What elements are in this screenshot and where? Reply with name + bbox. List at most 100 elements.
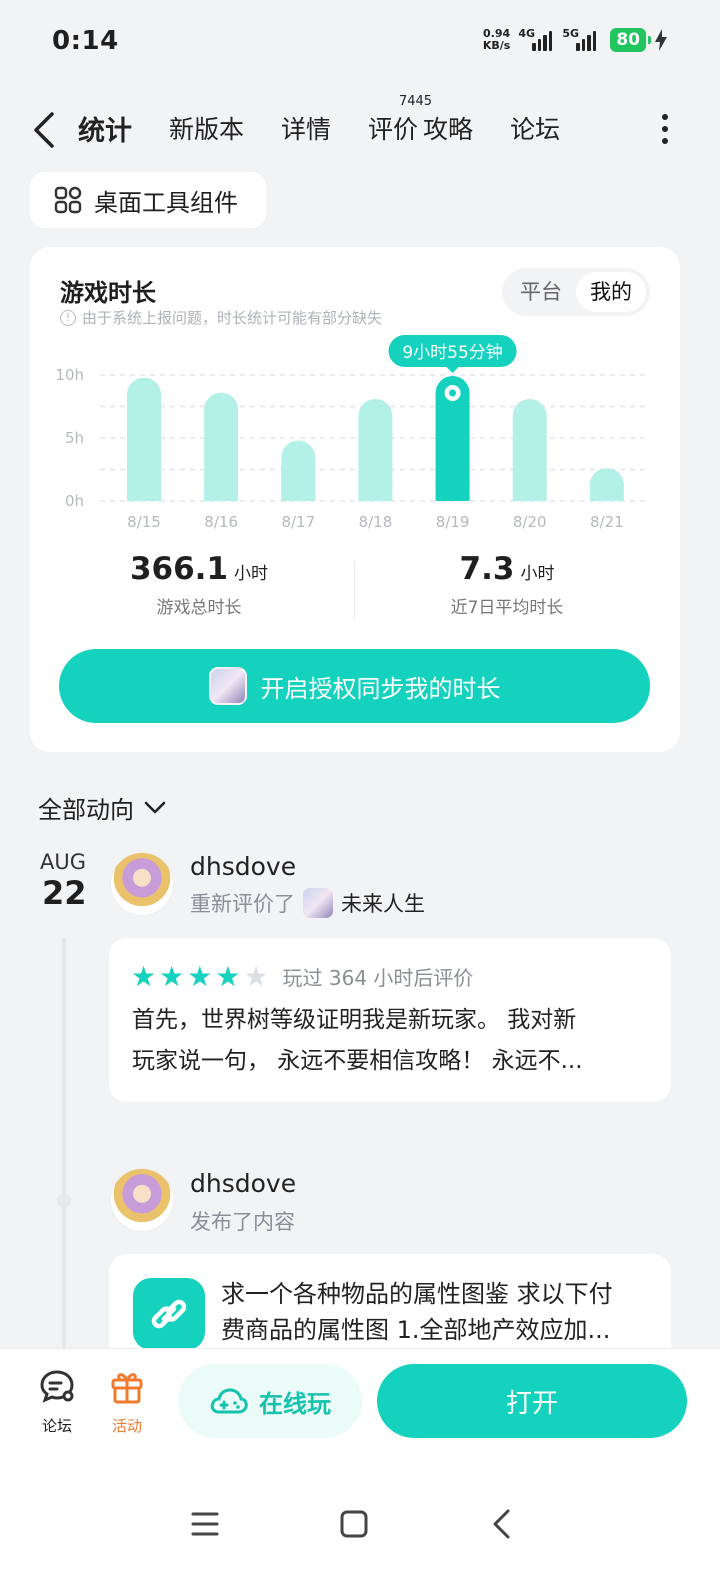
feed-action: 发布了内容 xyxy=(190,1206,295,1236)
playtime-title: 游戏时长 xyxy=(60,279,156,307)
link-icon xyxy=(133,1278,205,1350)
tooltip-text: 9小时55分钟 xyxy=(402,343,502,363)
gift-icon xyxy=(111,1373,143,1404)
playtime-card: 游戏时长 ! 由于系统上报问题，时长统计可能有部分缺失 平台 我的 0h 5h 10… xyxy=(30,247,680,752)
review-card[interactable]: ★ ★ ★ ★ ★ 玩过 364 小时后评价 首先，世界树等级证明我是新玩家。 … xyxy=(109,938,671,1102)
forum-label: 论坛 xyxy=(41,1417,72,1435)
feed-date-day: 22 xyxy=(42,874,87,912)
username[interactable]: dhsdove xyxy=(190,1169,296,1198)
average-playtime: 7.3 小时 近7日平均时长 xyxy=(362,551,652,618)
tab-reviews[interactable]: 评价 7445 xyxy=(368,94,432,146)
activity-label: 活动 xyxy=(111,1417,142,1435)
more-options-icon[interactable] xyxy=(660,114,670,144)
x-tick-label: 8/16 xyxy=(204,513,238,531)
avatar[interactable] xyxy=(110,852,174,916)
y-tick-label: 5h xyxy=(65,429,84,447)
status-indicators: 0.94 KB/s 4G 5G 80 xyxy=(482,27,668,52)
forum-chat-icon xyxy=(40,1370,74,1403)
game-thumbnail xyxy=(303,888,333,918)
back-icon[interactable] xyxy=(30,110,60,150)
review-rating-row: ★ ★ ★ ★ ★ 玩过 364 小时后评价 xyxy=(131,962,473,991)
y-tick-label: 10h xyxy=(55,366,84,384)
bar-base xyxy=(281,484,316,501)
timeline-line xyxy=(62,938,66,1348)
bar-base xyxy=(435,484,470,501)
bar-8/15 xyxy=(127,377,161,501)
activity-shortcut[interactable]: 活动 xyxy=(102,1367,152,1436)
post-text-line: 费商品的属性图 1.全部地产效应加... xyxy=(221,1316,611,1344)
home-icon[interactable] xyxy=(339,1509,369,1539)
tab-bar: 统计 新版本 详情 评价 7445 攻略 论坛 xyxy=(74,94,597,156)
scope-toggle[interactable]: 平台 我的 xyxy=(502,268,650,316)
star-empty-icon: ★ xyxy=(243,959,269,993)
toggle-platform[interactable]: 平台 xyxy=(506,272,576,312)
average-playtime-value: 7.3 xyxy=(459,551,515,587)
avatar[interactable] xyxy=(110,1168,174,1232)
x-tick-label: 8/21 xyxy=(590,513,624,531)
bar-base xyxy=(358,484,393,501)
game-thumbnail xyxy=(208,667,247,705)
feed-action-text: 重新评价了 xyxy=(190,892,295,916)
toggle-mine[interactable]: 我的 xyxy=(576,272,646,312)
tab-new-version[interactable]: 新版本 xyxy=(169,110,244,146)
tab-reviews-label: 评价 xyxy=(368,115,419,144)
forum-shortcut[interactable]: 论坛 xyxy=(32,1367,82,1436)
menu-icon[interactable] xyxy=(190,1510,220,1538)
tooltip-pointer xyxy=(445,366,460,374)
feed-filter-label: 全部动向 xyxy=(38,796,134,824)
chevron-down-icon xyxy=(144,801,166,813)
review-meta: 玩过 364 小时后评价 xyxy=(282,966,474,990)
post-text-line: 求一个各种物品的属性图鉴 求以下付 xyxy=(221,1280,613,1308)
feed-action: 重新评价了 未来人生 xyxy=(190,888,425,918)
average-playtime-label: 近7日平均时长 xyxy=(450,598,564,618)
network-speed-unit: KB/s xyxy=(482,39,511,52)
x-tick-label: 8/18 xyxy=(359,513,393,531)
star-filled-icon: ★ xyxy=(187,959,213,993)
playtime-note-text: 由于系统上报问题，时长统计可能有部分缺失 xyxy=(82,309,383,327)
post-text: 求一个各种物品的属性图鉴 求以下付 费商品的属性图 1.全部地产效应加... xyxy=(221,1276,651,1348)
total-playtime-value: 366.1 xyxy=(129,551,229,587)
bar-base xyxy=(204,484,239,501)
feed-filter-dropdown[interactable]: 全部动向 xyxy=(38,790,166,825)
tab-guides[interactable]: 攻略 xyxy=(423,110,473,146)
total-playtime: 366.1 小时 游戏总时长 xyxy=(54,551,344,618)
game-name-link[interactable]: 未来人生 xyxy=(341,888,425,918)
charging-icon xyxy=(655,29,667,51)
total-playtime-unit: 小时 xyxy=(234,564,269,584)
username[interactable]: dhsdove xyxy=(190,852,296,881)
tab-details[interactable]: 详情 xyxy=(281,110,331,146)
timeline-dot xyxy=(57,1194,71,1208)
playtime-note: ! 由于系统上报问题，时长统计可能有部分缺失 xyxy=(60,307,382,328)
system-navigation-bar xyxy=(0,1468,720,1595)
review-text-line: 玩家说一句， 永远不要相信攻略！ 永远不... xyxy=(132,1048,583,1074)
widgets-icon xyxy=(54,186,82,214)
reviews-count-badge: 7445 xyxy=(398,94,433,109)
sim2-label: 5G xyxy=(562,27,580,40)
review-text-line: 首先，世界树等级证明我是新玩家。 我对新 xyxy=(132,1007,577,1033)
review-text: 首先，世界树等级证明我是新玩家。 我对新 玩家说一句， 永远不要相信攻略！ 永远… xyxy=(132,1000,652,1082)
feed-action-text: 发布了内容 xyxy=(190,1210,295,1234)
back-nav-icon[interactable] xyxy=(490,1508,514,1540)
bar-base xyxy=(589,484,624,501)
signal-5g-icon: 5G xyxy=(562,27,602,51)
tab-forum[interactable]: 论坛 xyxy=(510,110,560,146)
play-online-button[interactable]: 在线玩 xyxy=(178,1364,362,1438)
desktop-widget-button[interactable]: 桌面工具组件 xyxy=(30,172,266,228)
bottom-action-bar: 论坛 活动 在线玩 打开 xyxy=(0,1348,720,1468)
stat-divider xyxy=(354,561,355,619)
play-online-label: 在线玩 xyxy=(259,1389,331,1418)
highlight-marker-dot xyxy=(449,389,457,397)
total-playtime-label: 游戏总时长 xyxy=(156,598,242,618)
open-game-button[interactable]: 打开 xyxy=(377,1364,687,1438)
sync-playtime-button[interactable]: 开启授权同步我的时长 xyxy=(59,649,650,723)
playtime-chart: 0h 5h 10h 8/15 8/16 8/17 8/18 8/19 9小时55分钟 8/20 8/… xyxy=(55,335,650,531)
tab-stats[interactable]: 统计 xyxy=(74,109,136,156)
battery-indicator: 80 xyxy=(610,28,651,52)
star-filled-icon: ★ xyxy=(131,959,157,993)
average-playtime-unit: 小时 xyxy=(520,564,555,584)
x-tick-label: 8/20 xyxy=(513,513,547,531)
x-tick-label: 8/15 xyxy=(127,513,161,531)
sync-playtime-label: 开启授权同步我的时长 xyxy=(260,674,501,703)
bar-base xyxy=(127,484,161,501)
star-filled-icon: ★ xyxy=(159,959,185,993)
